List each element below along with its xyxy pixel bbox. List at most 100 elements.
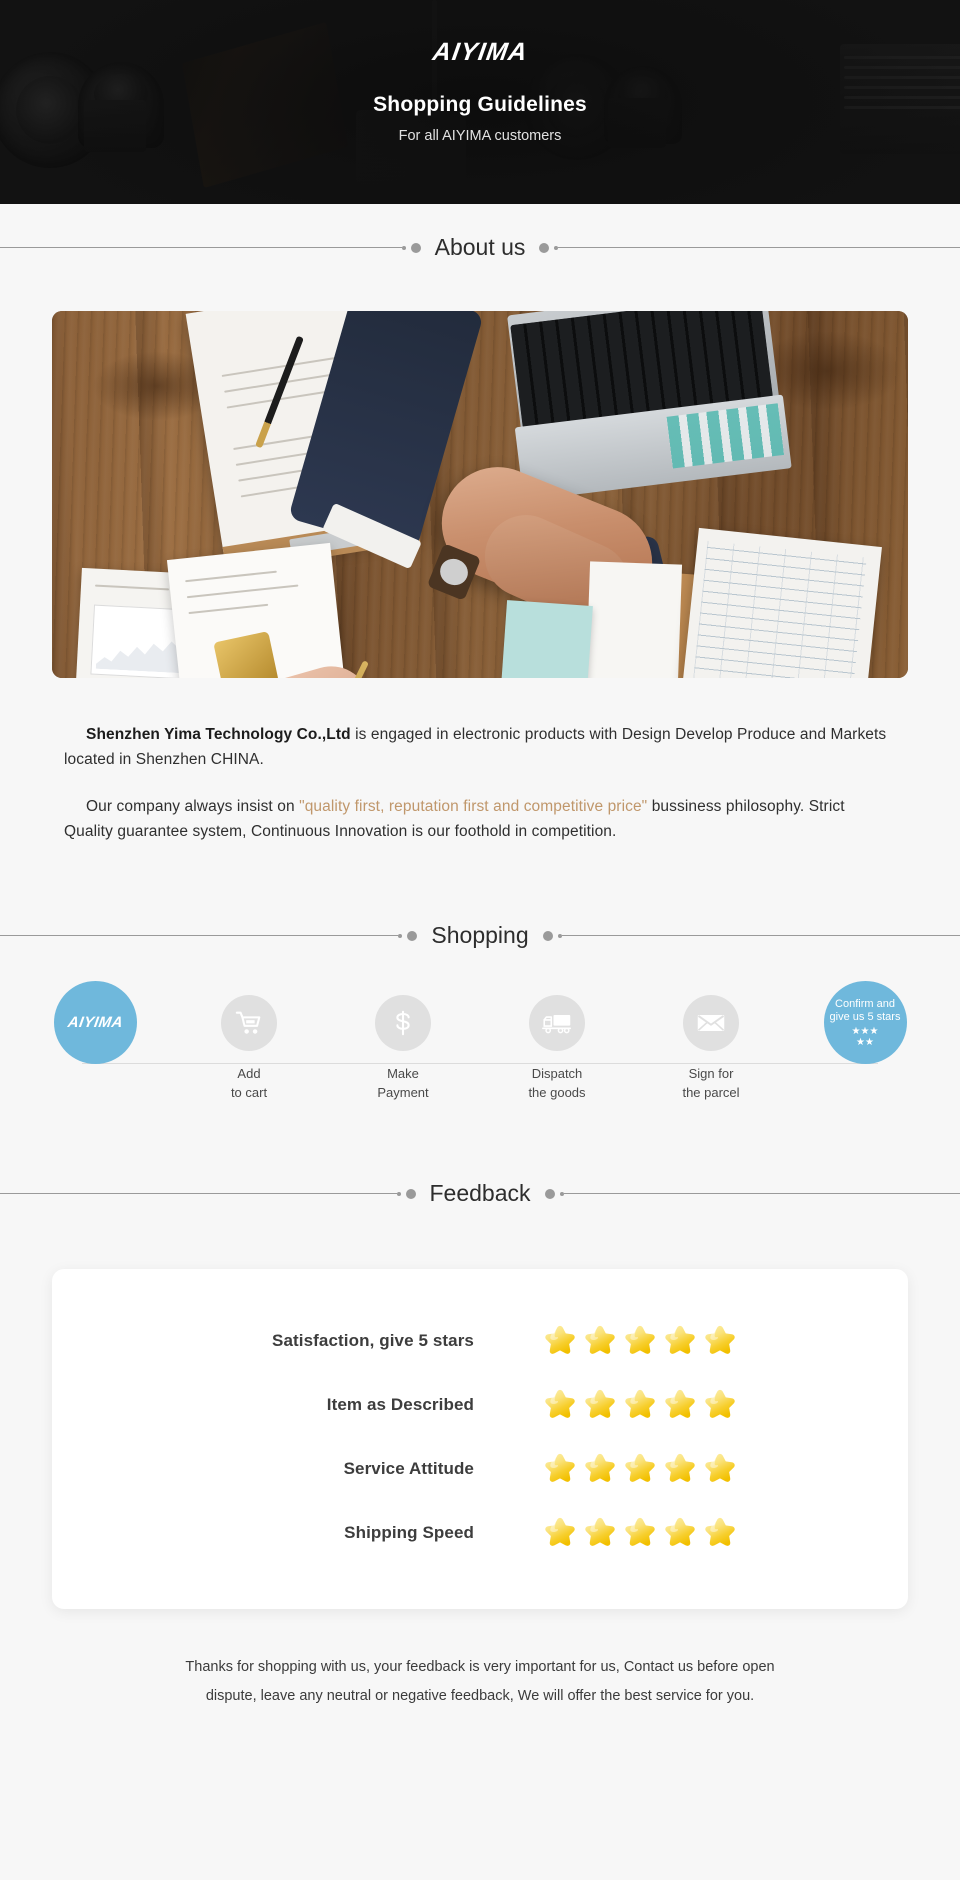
feedback-label: Satisfaction, give 5 stars xyxy=(272,1331,474,1351)
feedback-note-line2: dispute, leave any neutral or negative f… xyxy=(205,1688,755,1705)
feedback-note: Thanks for shopping with us, your feedba… xyxy=(0,1609,960,1751)
banner-title: Shopping Guidelines xyxy=(373,93,587,116)
sticky-note xyxy=(501,600,593,678)
feedback-section: Feedback Satisfaction, give 5 stars Item… xyxy=(0,1180,960,1751)
heading-rule-left xyxy=(0,935,399,937)
feedback-label: Item as Described xyxy=(326,1395,474,1415)
about-hero-wrapper xyxy=(0,311,960,678)
stars-bottom-row: ★★ xyxy=(856,1037,874,1049)
star-icon xyxy=(625,1390,655,1419)
header-banner: AIYIMA Shopping Guidelines For all AIYIM… xyxy=(0,0,960,204)
feedback-label: Service Attitude xyxy=(343,1459,474,1479)
feedback-star-rating[interactable] xyxy=(542,1387,748,1423)
star-icon xyxy=(665,1326,695,1355)
feedback-star-rating[interactable] xyxy=(542,1323,748,1359)
step-add-to-cart[interactable]: Add to cart xyxy=(194,995,304,1102)
step-circle: Confirm and give us 5 stars ★★★ ★★ xyxy=(823,981,907,1065)
step-label-line2: Payment xyxy=(377,1084,429,1100)
heading-rule-right xyxy=(561,935,960,937)
star-icon xyxy=(705,1326,735,1355)
about-paragraph-2: Our company always insist on "quality fi… xyxy=(64,794,896,844)
small-dot-icon xyxy=(398,933,403,938)
heading-dots-left xyxy=(401,242,435,253)
feedback-row: Shipping Speed xyxy=(52,1501,908,1565)
star-icon xyxy=(545,1454,575,1483)
step-label-line1: Add xyxy=(237,1066,261,1082)
step-circle xyxy=(375,995,431,1052)
star-icon xyxy=(625,1454,655,1483)
star-icon xyxy=(625,1326,655,1355)
star-icon xyxy=(625,1518,655,1547)
small-dot-icon xyxy=(396,1191,401,1196)
feedback-section-heading: Feedback xyxy=(0,1180,960,1207)
step-label-line1: Sign for xyxy=(688,1066,734,1082)
step-label-line2: the goods xyxy=(528,1084,586,1100)
heading-rule-left xyxy=(0,247,402,248)
star-icon xyxy=(665,1518,695,1547)
step-confirm-five-stars[interactable]: Confirm and give us 5 stars ★★★ ★★ xyxy=(810,981,920,1065)
large-dot-icon xyxy=(410,242,421,253)
step-label-line2: the parcel xyxy=(682,1084,740,1100)
laptop-icon xyxy=(507,311,792,510)
shopping-section: Shopping AIYIMA Add to cart Make Payment… xyxy=(0,922,960,1102)
delivery-truck-icon xyxy=(542,1015,572,1034)
star-icon xyxy=(545,1518,575,1547)
step-circle xyxy=(221,995,277,1052)
step-sign-for-parcel[interactable]: Sign for the parcel xyxy=(656,995,766,1102)
star-icon xyxy=(545,1326,575,1355)
large-dot-icon xyxy=(542,930,553,941)
feedback-star-rating[interactable] xyxy=(542,1515,748,1551)
feedback-label: Shipping Speed xyxy=(344,1523,474,1543)
step-label-line1: Make xyxy=(387,1066,419,1082)
feedback-row: Service Attitude xyxy=(52,1437,908,1501)
dollar-icon xyxy=(396,1011,410,1036)
step-make-payment[interactable]: Make Payment xyxy=(348,995,458,1102)
star-icon xyxy=(705,1518,735,1547)
step-dispatch-goods[interactable]: Dispatch the goods xyxy=(502,995,612,1102)
section-title: About us xyxy=(434,234,526,260)
shopping-section-heading: Shopping xyxy=(0,922,960,949)
star-icon xyxy=(585,1454,615,1483)
star-icon xyxy=(705,1454,735,1483)
feedback-card: Satisfaction, give 5 stars Item as Descr… xyxy=(52,1269,908,1610)
star-icon xyxy=(665,1390,695,1419)
stars-top-row: ★★★ xyxy=(851,1026,879,1038)
step-circle: AIYIMA xyxy=(53,981,137,1065)
white-paper xyxy=(585,561,683,678)
about-paragraph-1: Shenzhen Yima Technology Co.,Ltd is enga… xyxy=(64,722,896,772)
feedback-row: Satisfaction, give 5 stars xyxy=(52,1309,908,1373)
star-icon xyxy=(585,1326,615,1355)
heading-rule-right xyxy=(558,247,960,248)
shopping-guidelines-page: AIYIMA Shopping Guidelines For all AIYIM… xyxy=(0,0,960,1751)
step-label: Sign for the parcel xyxy=(682,1065,739,1102)
step-label-line2: to cart xyxy=(230,1084,268,1100)
aiyima-logo-icon: AIYIMA xyxy=(66,1014,124,1032)
confirm-line1: Confirm and xyxy=(835,997,895,1010)
five-stars-icon: ★★★ ★★ xyxy=(852,1027,879,1048)
about-hero-image xyxy=(52,311,908,678)
step-label: Dispatch the goods xyxy=(528,1065,585,1102)
about-paragraph-2-lead: Our company always insist on xyxy=(86,798,300,816)
section-title: Feedback xyxy=(429,1180,531,1207)
company-name: Shenzhen Yima Technology Co.,Ltd xyxy=(86,726,351,743)
feedback-row: Item as Described xyxy=(52,1373,908,1437)
step-circle xyxy=(529,995,585,1052)
large-dot-icon xyxy=(539,242,550,253)
aiyima-logo: AIYIMA xyxy=(430,38,530,66)
heading-rule-right xyxy=(563,1193,960,1195)
about-paragraphs: Shenzhen Yima Technology Co.,Ltd is enga… xyxy=(0,722,960,844)
invoice-clipboard xyxy=(166,542,350,678)
star-icon xyxy=(585,1518,615,1547)
heading-rule-left xyxy=(0,1193,397,1195)
shopping-cart-icon xyxy=(235,1012,261,1035)
step-aiyima-brand[interactable]: AIYIMA xyxy=(40,981,150,1065)
banner-subtitle: For all AIYIMA customers xyxy=(398,128,562,144)
about-section-heading: About us xyxy=(0,234,960,261)
feedback-note-line1: Thanks for shopping with us, your feedba… xyxy=(185,1659,775,1676)
about-section: About us Shenzhen Yima Technology Co.,Lt… xyxy=(0,204,960,844)
star-icon xyxy=(665,1454,695,1483)
spreadsheet-document xyxy=(678,527,882,678)
confirm-line2: give us 5 stars xyxy=(829,1010,901,1023)
large-dot-icon xyxy=(544,1188,555,1199)
feedback-star-rating[interactable] xyxy=(542,1451,748,1487)
